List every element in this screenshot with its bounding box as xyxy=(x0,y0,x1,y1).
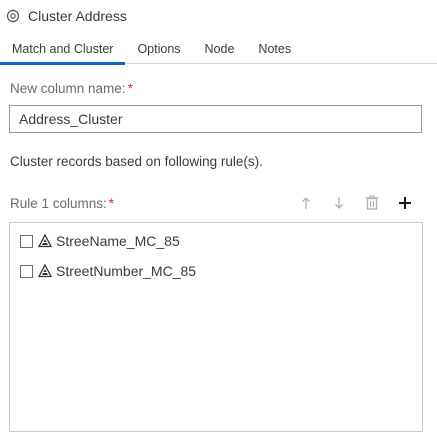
column-checkbox[interactable] xyxy=(20,264,33,278)
tab-notes[interactable]: Notes xyxy=(246,33,303,64)
panel-title: Cluster Address xyxy=(28,8,127,24)
tab-match-and-cluster[interactable]: Match and Cluster xyxy=(0,33,126,65)
arrow-up-icon xyxy=(300,196,312,215)
delete-button[interactable] xyxy=(361,194,383,216)
matchcode-icon xyxy=(38,234,52,248)
move-up-button[interactable] xyxy=(295,194,317,216)
panel-header: Cluster Address xyxy=(0,0,437,32)
column-name: StreeName_MC_85 xyxy=(56,233,180,249)
plus-icon xyxy=(398,196,412,215)
rule-columns-label-text: Rule 1 columns: xyxy=(10,196,107,211)
rule-columns-list: StreeName_MC_85 StreetNumber_MC_85 xyxy=(9,222,423,432)
arrow-down-icon xyxy=(333,196,345,215)
add-button[interactable] xyxy=(394,194,416,216)
list-item[interactable]: StreetNumber_MC_85 xyxy=(10,256,422,286)
required-marker: * xyxy=(127,81,133,96)
cluster-node-icon xyxy=(6,9,20,23)
matchcode-icon xyxy=(38,264,52,278)
tab-bar: Match and Cluster Options Node Notes xyxy=(0,33,437,65)
column-name: StreetNumber_MC_85 xyxy=(56,263,197,279)
list-item[interactable]: StreeName_MC_85 xyxy=(10,226,422,256)
required-marker: * xyxy=(108,196,115,211)
move-down-button[interactable] xyxy=(328,194,350,216)
column-name-label-text: New column name: xyxy=(10,81,126,96)
trash-icon xyxy=(365,195,379,215)
column-checkbox[interactable] xyxy=(20,234,33,248)
column-name-label: New column name: * xyxy=(10,81,133,96)
tab-node[interactable]: Node xyxy=(193,33,247,64)
cluster-description: Cluster records based on following rule(… xyxy=(10,154,263,169)
rule-columns-label: Rule 1 columns: * xyxy=(10,196,114,211)
column-name-input[interactable] xyxy=(9,105,422,133)
tab-options[interactable]: Options xyxy=(125,33,192,64)
